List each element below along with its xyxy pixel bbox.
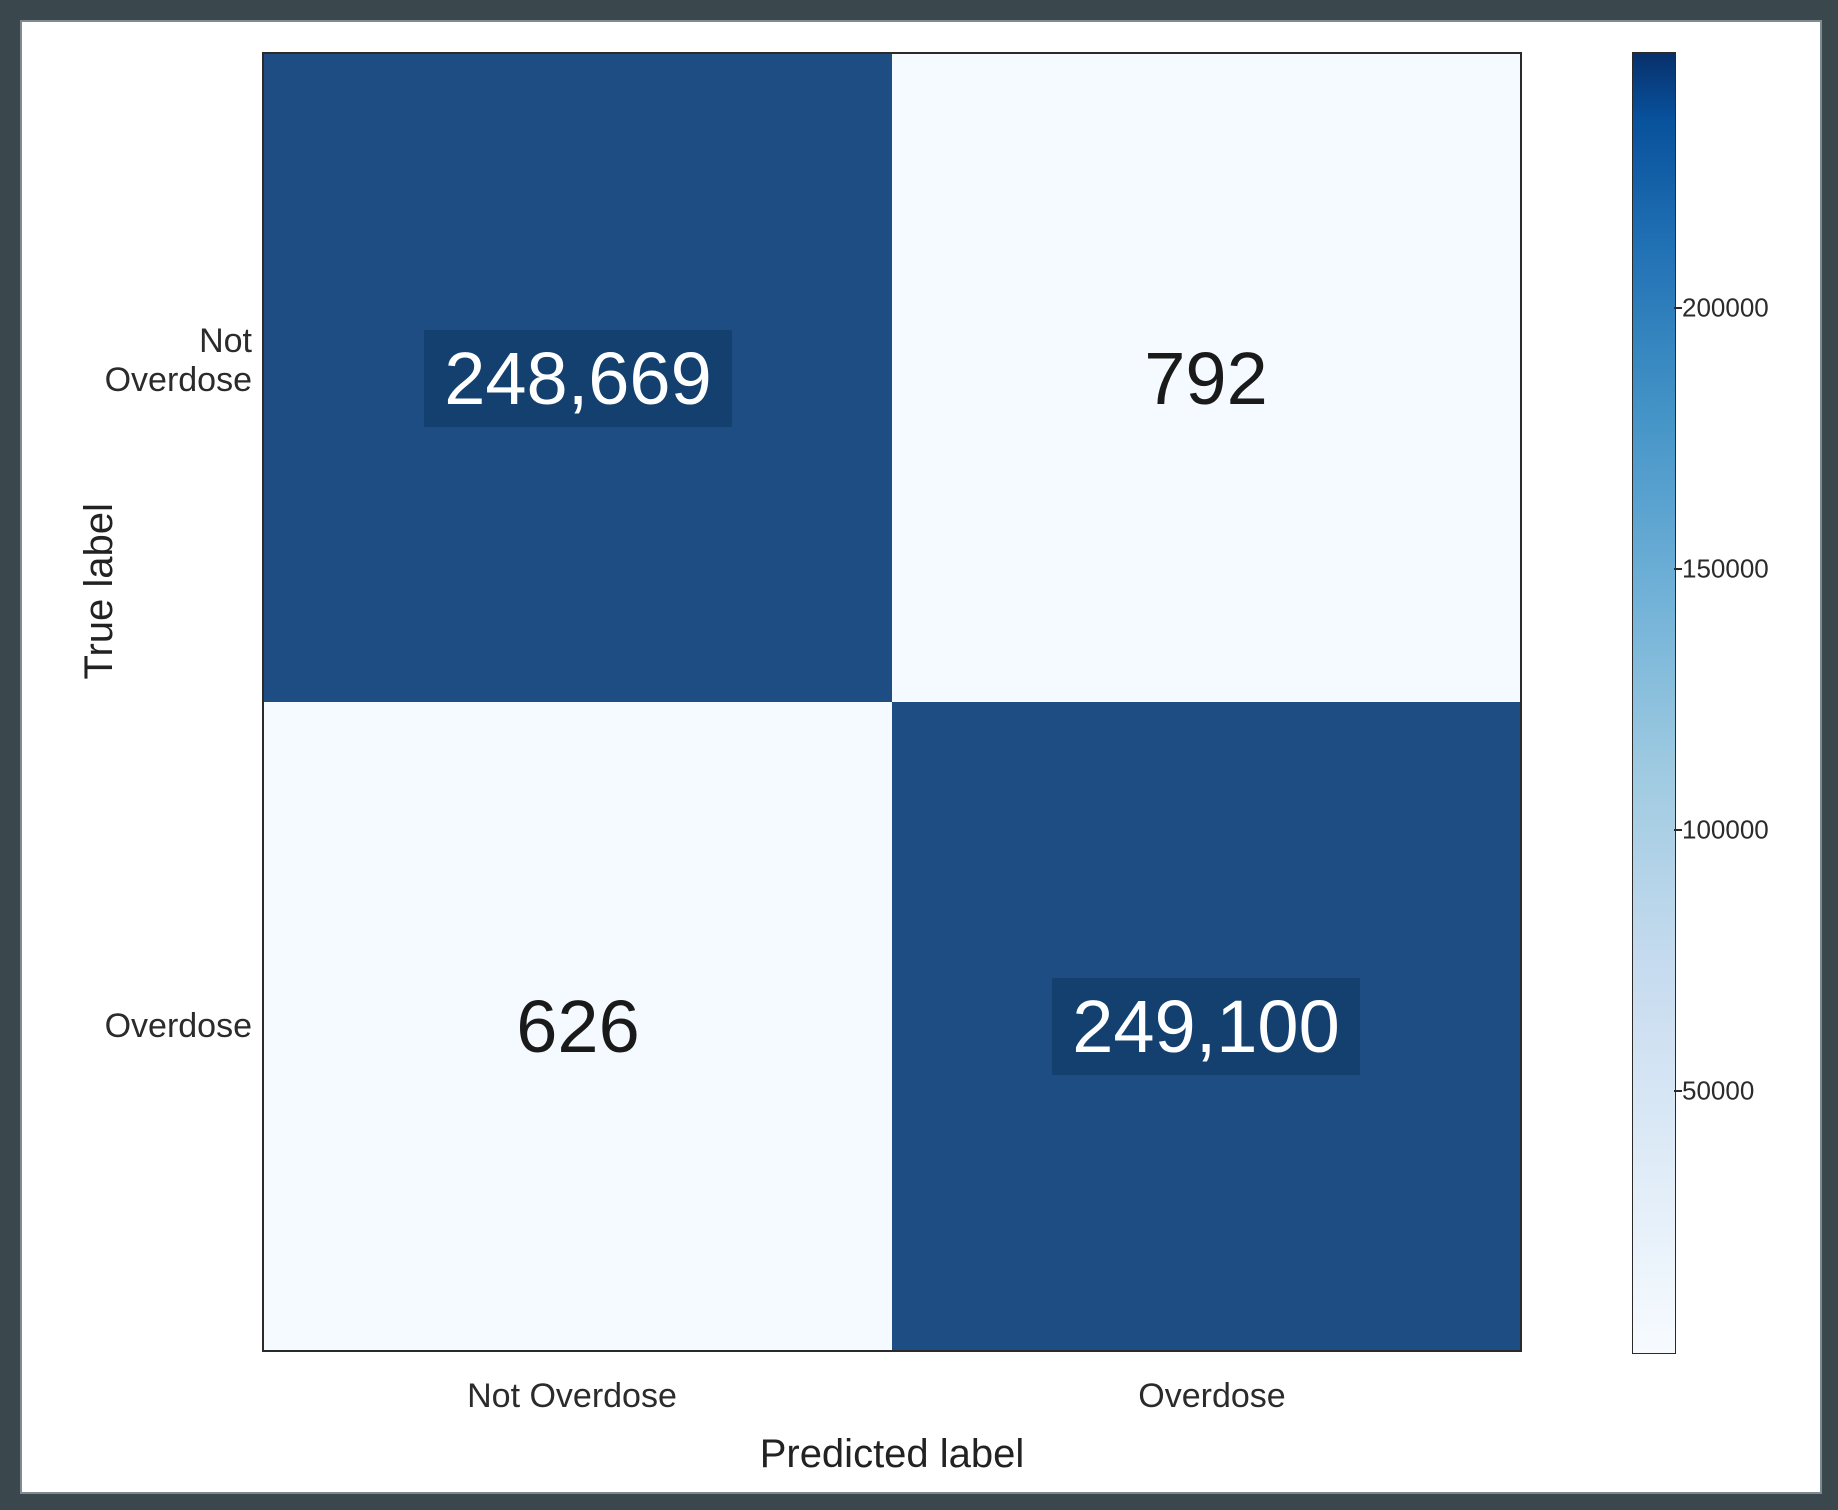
colorbar-tickmark	[1674, 307, 1682, 309]
confusion-matrix: 248,669 792 626 249,100	[262, 52, 1522, 1352]
cell-tn: 248,669	[264, 54, 892, 702]
y-tick-label: Not Overdose NotOverdose	[42, 322, 252, 400]
y-tick-label: Overdose	[42, 1007, 252, 1046]
chart-panel: 248,669 792 626 249,100 Not Overdose Not…	[20, 20, 1822, 1494]
y-axis-label: True label	[77, 503, 122, 679]
matrix-row: 626 249,100	[264, 702, 1520, 1350]
colorbar-tickmark	[1674, 1090, 1682, 1092]
x-axis-label: Predicted label	[262, 1432, 1522, 1477]
cell-value: 792	[1144, 336, 1267, 421]
colorbar	[1632, 52, 1676, 1354]
x-tick-label: Overdose	[1062, 1377, 1362, 1416]
colorbar-tick-label: 200000	[1682, 293, 1769, 324]
app-frame: 248,669 792 626 249,100 Not Overdose Not…	[0, 0, 1838, 1510]
colorbar-tick-label: 50000	[1682, 1076, 1754, 1107]
colorbar-tickmark	[1674, 829, 1682, 831]
cell-value: 249,100	[1052, 978, 1360, 1075]
colorbar-tick-label: 150000	[1682, 554, 1769, 585]
cell-fp: 792	[892, 54, 1520, 702]
cell-fn: 626	[264, 702, 892, 1350]
colorbar-tickmark	[1674, 568, 1682, 570]
cell-tp: 249,100	[892, 702, 1520, 1350]
x-tick-label: Not Overdose	[422, 1377, 722, 1416]
matrix-row: 248,669 792	[264, 54, 1520, 702]
colorbar-tick-label: 100000	[1682, 815, 1769, 846]
cell-value: 248,669	[424, 330, 732, 427]
cell-value: 626	[516, 984, 639, 1069]
